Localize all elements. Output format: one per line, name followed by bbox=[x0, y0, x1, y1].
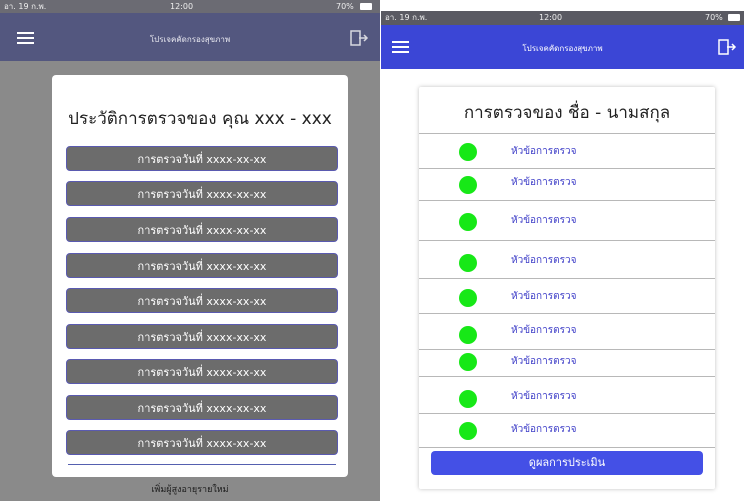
status-date: อา. 19 ก.พ. bbox=[4, 2, 47, 11]
exam-item[interactable]: หัวข้อการตรวจ bbox=[419, 376, 715, 414]
exit-door-icon[interactable] bbox=[349, 29, 369, 47]
exam-item[interactable]: หัวข้อการตรวจ bbox=[419, 168, 715, 201]
exam-item-label: หัวข้อการตรวจ bbox=[511, 255, 577, 266]
status-dot bbox=[459, 390, 477, 408]
exam-item[interactable]: หัวข้อการตรวจ bbox=[419, 278, 715, 314]
status-dot bbox=[459, 422, 477, 440]
exam-item-label: หัวข้อการตรวจ bbox=[511, 146, 577, 157]
nav-bar: โปรเจคคัดกรองสุขภาพ bbox=[0, 13, 380, 61]
exam-item-label: หัวข้อการตรวจ bbox=[511, 424, 577, 435]
add-elderly-link[interactable]: เพิ่มผู้สูงอายุรายใหม่ bbox=[0, 482, 380, 496]
status-dot bbox=[459, 289, 477, 307]
record-button[interactable]: การตรวจวันที่ xxxx-xx-xx bbox=[66, 430, 338, 455]
nav-title: โปรเจคคัดกรองสุขภาพ bbox=[149, 35, 231, 44]
exam-item[interactable]: หัวข้อการตรวจ bbox=[419, 200, 715, 241]
exam-item[interactable]: หัวข้อการตรวจ bbox=[419, 413, 715, 448]
exam-card: การตรวจของ ชื่อ - นามสกุล หัวข้อการตรวจ … bbox=[419, 87, 715, 489]
status-bar: อา. 19 ก.พ. 12:00 70% bbox=[381, 11, 744, 25]
record-button[interactable]: การตรวจวันที่ xxxx-xx-xx bbox=[66, 181, 338, 206]
exam-title: การตรวจของ ชื่อ - นามสกุล bbox=[463, 103, 671, 123]
nav-bar: โปรเจคคัดกรองสุขภาพ bbox=[381, 25, 744, 69]
exam-item[interactable]: หัวข้อการตรวจ bbox=[419, 133, 715, 169]
battery-icon bbox=[360, 3, 372, 10]
record-button[interactable]: การตรวจวันที่ xxxx-xx-xx bbox=[66, 395, 338, 420]
status-time: 12:00 bbox=[170, 2, 194, 11]
exam-item[interactable]: หัวข้อการตรวจ bbox=[419, 349, 715, 377]
battery-icon bbox=[728, 14, 740, 21]
status-dot bbox=[459, 326, 477, 344]
status-date: อา. 19 ก.พ. bbox=[385, 13, 428, 22]
status-dot bbox=[459, 176, 477, 194]
left-screen: อา. 19 ก.พ. 12:00 70% โปรเจคคัดกรองสุขภา… bbox=[0, 0, 380, 501]
exam-item-label: หัวข้อการตรวจ bbox=[511, 177, 577, 188]
status-bar: อา. 19 ก.พ. 12:00 70% bbox=[0, 0, 380, 13]
status-dot bbox=[459, 213, 477, 231]
exam-item-label: หัวข้อการตรวจ bbox=[511, 291, 577, 302]
status-dot bbox=[459, 143, 477, 161]
record-button[interactable]: การตรวจวันที่ xxxx-xx-xx bbox=[66, 359, 338, 384]
record-button[interactable]: การตรวจวันที่ xxxx-xx-xx bbox=[66, 217, 338, 242]
history-title: ประวัติการตรวจของ คุณ xxx - xxx bbox=[68, 109, 332, 129]
exam-item-label: หัวข้อการตรวจ bbox=[511, 391, 577, 402]
list-divider bbox=[419, 447, 715, 448]
exam-item-label: หัวข้อการตรวจ bbox=[511, 325, 577, 336]
nav-title: โปรเจคคัดกรองสุขภาพ bbox=[522, 44, 603, 53]
status-time: 12:00 bbox=[539, 13, 563, 22]
status-dot bbox=[459, 254, 477, 272]
right-screen: อา. 19 ก.พ. 12:00 70% โปรเจคคัดกรองสุขภา… bbox=[381, 11, 744, 501]
status-dot bbox=[459, 353, 477, 371]
exit-door-icon[interactable] bbox=[717, 38, 737, 56]
status-battery-percent: 70% bbox=[705, 13, 723, 22]
record-button[interactable]: การตรวจวันที่ xxxx-xx-xx bbox=[66, 146, 338, 171]
history-card: ประวัติการตรวจของ คุณ xxx - xxx การตรวจว… bbox=[52, 75, 348, 477]
exam-item[interactable]: หัวข้อการตรวจ bbox=[419, 313, 715, 350]
view-results-button[interactable]: ดูผลการประเมิน bbox=[431, 451, 703, 475]
record-button[interactable]: การตรวจวันที่ xxxx-xx-xx bbox=[66, 253, 338, 278]
record-button[interactable]: การตรวจวันที่ xxxx-xx-xx bbox=[66, 324, 338, 349]
status-battery-percent: 70% bbox=[336, 2, 354, 11]
exam-item[interactable]: หัวข้อการตรวจ bbox=[419, 240, 715, 279]
card-divider bbox=[68, 464, 336, 465]
exam-item-label: หัวข้อการตรวจ bbox=[511, 215, 577, 226]
record-button[interactable]: การตรวจวันที่ xxxx-xx-xx bbox=[66, 288, 338, 313]
exam-item-label: หัวข้อการตรวจ bbox=[511, 356, 577, 367]
